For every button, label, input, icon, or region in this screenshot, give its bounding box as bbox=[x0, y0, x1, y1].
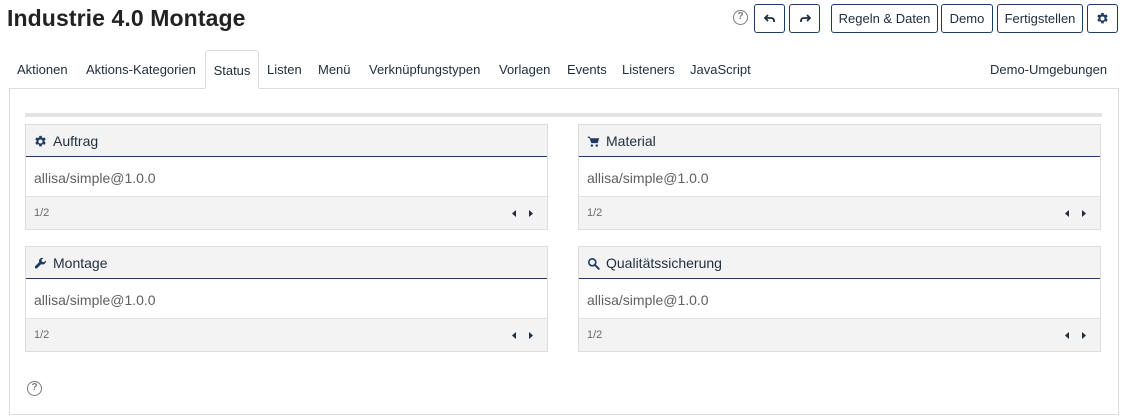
wrench-icon bbox=[34, 257, 46, 269]
card-value: allisa/simple@1.0.0 bbox=[34, 170, 156, 186]
card-value: allisa/simple@1.0.0 bbox=[34, 292, 156, 308]
card-footer: 1/2 bbox=[579, 196, 1100, 229]
tab-listen[interactable]: Listen bbox=[267, 50, 302, 89]
status-card-qualitaetssicherung: Qualitätssicherung allisa/simple@1.0.0 1… bbox=[578, 246, 1101, 352]
pager-count: 1/2 bbox=[34, 329, 50, 341]
gear-icon bbox=[1097, 12, 1108, 24]
next-page-icon[interactable] bbox=[526, 208, 536, 219]
status-panel: Auftrag allisa/simple@1.0.0 1/2 Material… bbox=[9, 88, 1119, 415]
help-icon[interactable]: ? bbox=[27, 381, 42, 396]
gear-icon bbox=[35, 135, 46, 147]
prev-page-icon[interactable] bbox=[1062, 208, 1072, 219]
demo-button[interactable]: Demo bbox=[941, 4, 993, 33]
settings-button[interactable] bbox=[1087, 4, 1118, 33]
tab-menu[interactable]: Menü bbox=[318, 50, 351, 89]
tab-aktionen[interactable]: Aktionen bbox=[17, 50, 68, 89]
tab-bar: Aktionen Aktions-Kategorien Status Liste… bbox=[0, 50, 1123, 89]
help-icon[interactable]: ? bbox=[733, 10, 748, 25]
tab-javascript[interactable]: JavaScript bbox=[690, 50, 751, 89]
undo-button[interactable] bbox=[754, 4, 785, 33]
undo-icon bbox=[763, 13, 775, 22]
pager-count: 1/2 bbox=[34, 207, 50, 219]
next-page-icon[interactable] bbox=[1079, 208, 1089, 219]
pager-count: 1/2 bbox=[587, 207, 603, 219]
card-title: Auftrag bbox=[53, 133, 99, 149]
finish-button[interactable]: Fertigstellen bbox=[997, 4, 1083, 33]
status-card-material: Material allisa/simple@1.0.0 1/2 bbox=[578, 124, 1101, 230]
next-page-icon[interactable] bbox=[526, 330, 536, 341]
rules-data-button[interactable]: Regeln & Daten bbox=[831, 4, 938, 33]
tab-verknuepfungstypen[interactable]: Verknüpfungstypen bbox=[369, 50, 480, 89]
card-footer: 1/2 bbox=[26, 318, 547, 351]
prev-page-icon[interactable] bbox=[509, 330, 519, 341]
page-header: Industrie 4.0 Montage ? Regeln & Daten D… bbox=[0, 0, 1123, 44]
card-header[interactable]: Auftrag bbox=[26, 125, 547, 157]
status-card-montage: Montage allisa/simple@1.0.0 1/2 bbox=[25, 246, 548, 352]
card-title: Montage bbox=[53, 255, 108, 271]
tab-listeners[interactable]: Listeners bbox=[622, 50, 675, 89]
card-header[interactable]: Montage bbox=[26, 247, 547, 279]
prev-page-icon[interactable] bbox=[509, 208, 519, 219]
cart-icon bbox=[587, 136, 600, 147]
tab-vorlagen[interactable]: Vorlagen bbox=[499, 50, 550, 89]
card-title: Qualitätssicherung bbox=[606, 255, 722, 271]
card-value: allisa/simple@1.0.0 bbox=[587, 170, 709, 186]
redo-button[interactable] bbox=[789, 4, 820, 33]
tab-events[interactable]: Events bbox=[567, 50, 607, 89]
page-title: Industrie 4.0 Montage bbox=[7, 5, 246, 31]
tab-status[interactable]: Status bbox=[205, 50, 259, 89]
card-footer: 1/2 bbox=[579, 318, 1100, 351]
next-page-icon[interactable] bbox=[1079, 330, 1089, 341]
status-card-auftrag: Auftrag allisa/simple@1.0.0 1/2 bbox=[25, 124, 548, 230]
prev-page-icon[interactable] bbox=[1062, 330, 1072, 341]
card-footer: 1/2 bbox=[26, 196, 547, 229]
search-icon bbox=[587, 257, 600, 270]
divider bbox=[25, 113, 1102, 117]
pager-count: 1/2 bbox=[587, 329, 603, 341]
card-header[interactable]: Material bbox=[579, 125, 1100, 157]
card-header[interactable]: Qualitätssicherung bbox=[579, 247, 1100, 279]
card-title: Material bbox=[606, 133, 656, 149]
card-value: allisa/simple@1.0.0 bbox=[587, 292, 709, 308]
tab-aktions-kategorien[interactable]: Aktions-Kategorien bbox=[86, 50, 196, 89]
redo-icon bbox=[799, 13, 811, 22]
demo-environments-link[interactable]: Demo-Umgebungen bbox=[990, 50, 1107, 89]
